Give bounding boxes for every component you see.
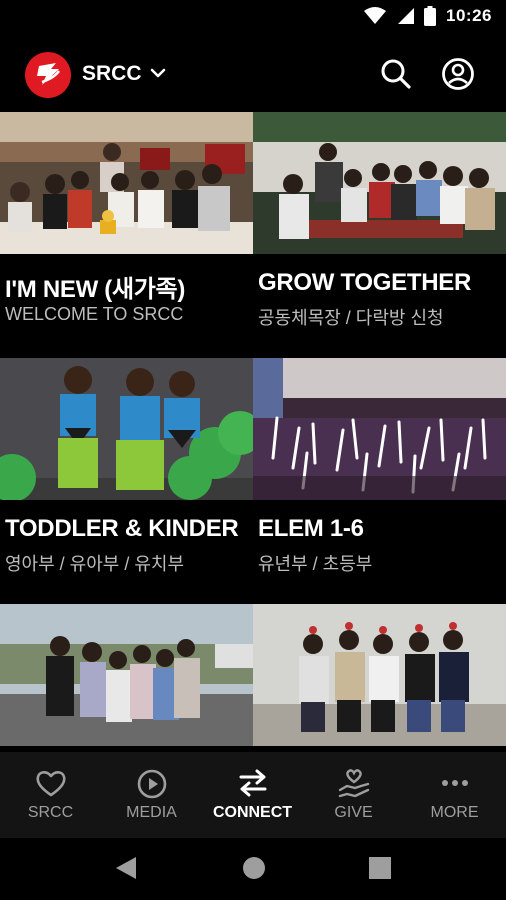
nav-label: CONNECT (212, 804, 293, 821)
nav-more[interactable]: MORE (404, 752, 505, 838)
card-youth[interactable] (0, 604, 253, 752)
battery-icon (424, 6, 437, 26)
nav-label: MORE (430, 804, 479, 821)
nav-label: SRCC (27, 804, 74, 821)
card-subtitle: 영아부 / 유아부 / 유치부 (5, 554, 185, 574)
wifi-icon (364, 7, 387, 24)
clock: 10:26 (446, 6, 492, 25)
system-navigation-bar (0, 838, 506, 900)
play-icon (137, 769, 166, 799)
hand-heart-icon (338, 769, 369, 798)
heart-icon (35, 771, 66, 797)
card-subtitle: 유년부 / 초등부 (258, 554, 373, 574)
nav-srcc[interactable]: SRCC (0, 752, 101, 838)
nav-connect[interactable]: CONNECT (202, 752, 303, 838)
home-icon[interactable] (242, 856, 266, 880)
app-name[interactable]: SRCC (82, 62, 142, 86)
status-bar: 10:26 (0, 0, 506, 36)
card-grow-together[interactable]: GROW TOGETHER 공동체목장 / 다락방 신청 (253, 112, 506, 358)
card-subtitle: WELCOME TO SRCC (5, 304, 184, 324)
card-toddler-kinder[interactable]: TODDLER & KINDER 영아부 / 유아부 / 유치부 (0, 358, 253, 604)
swap-arrows-icon (239, 769, 266, 797)
nav-label: MEDIA (126, 804, 177, 821)
church-logo[interactable] (25, 52, 71, 98)
card-photo (0, 604, 253, 746)
card-title: GROW TOGETHER (258, 269, 471, 296)
card-title: ELEM 1-6 (258, 515, 364, 542)
bottom-navigation: SRCC MEDIA CONNECT GIVE MORE (0, 752, 506, 838)
more-dots-icon (441, 780, 468, 786)
nav-label: GIVE (334, 804, 373, 821)
recents-icon[interactable] (369, 857, 391, 879)
card-title: TODDLER & KINDER (5, 515, 239, 542)
ministry-grid: I'M NEW (새가족) WELCOME TO SRCC GROW TOGET… (0, 112, 506, 752)
chevron-down-icon[interactable] (150, 66, 166, 80)
card-young-adults[interactable] (253, 604, 506, 752)
card-photo (253, 604, 506, 746)
card-title: I'M NEW (새가족) (5, 276, 186, 303)
app-bar: SRCC (0, 36, 506, 112)
cell-signal-icon (398, 8, 415, 24)
back-icon[interactable] (114, 855, 138, 881)
card-photo (253, 358, 506, 500)
account-icon[interactable] (441, 57, 475, 91)
card-im-new[interactable]: I'M NEW (새가족) WELCOME TO SRCC (0, 112, 253, 358)
nav-media[interactable]: MEDIA (101, 752, 202, 838)
search-icon[interactable] (380, 58, 412, 90)
card-photo (253, 112, 506, 254)
card-subtitle: 공동체목장 / 다락방 신청 (258, 308, 444, 328)
card-photo (0, 358, 253, 500)
card-elem[interactable]: ELEM 1-6 유년부 / 초등부 (253, 358, 506, 604)
nav-give[interactable]: GIVE (303, 752, 404, 838)
card-photo (0, 112, 253, 254)
